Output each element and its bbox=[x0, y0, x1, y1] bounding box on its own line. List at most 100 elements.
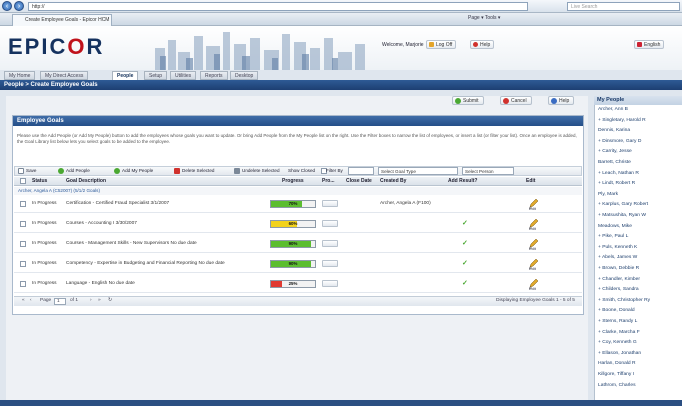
edit-label[interactable]: Edit bbox=[529, 206, 536, 211]
progress-percent: 70% bbox=[288, 201, 298, 206]
tab-my-direct-access[interactable]: My Direct Access bbox=[40, 71, 89, 80]
people-tree-item[interactable]: + Brown, Debbie R bbox=[598, 265, 639, 272]
tab-setup[interactable]: Setup bbox=[144, 71, 168, 80]
next-page-button[interactable]: › bbox=[90, 297, 92, 305]
tab-utilities[interactable]: Utilities bbox=[170, 71, 197, 80]
add-result-check-icon[interactable]: ✓ bbox=[462, 259, 468, 267]
refresh-icon[interactable]: ↻ bbox=[108, 297, 112, 305]
table-row[interactable]: In Progress Courses - Accounting I 3/30/… bbox=[14, 216, 582, 233]
page-number-input[interactable]: 1 bbox=[54, 298, 66, 305]
browser-tab[interactable]: Create Employee Goals - Epicor HCM bbox=[12, 14, 112, 26]
table-row[interactable]: In Progress Certification - Certified Fr… bbox=[14, 196, 582, 213]
progress-update-button[interactable] bbox=[322, 240, 338, 247]
undelete-selected-button[interactable]: Undelete Selected bbox=[234, 167, 280, 175]
people-tree-item[interactable]: + Puls, Kenneth K bbox=[598, 244, 637, 251]
people-tree-item[interactable]: + Clarke, Marcha F bbox=[598, 329, 640, 336]
progress-update-button[interactable] bbox=[322, 220, 338, 227]
people-tree-item[interactable]: + Matsushita, Ryan W bbox=[598, 212, 646, 219]
last-page-button[interactable]: » bbox=[98, 297, 101, 305]
progress-update-button[interactable] bbox=[322, 200, 338, 207]
edit-label[interactable]: Edit bbox=[529, 266, 536, 271]
people-tree-item[interactable]: + Leach, Nathan R bbox=[598, 170, 639, 177]
people-tree-item[interactable]: + Childers, Sandra bbox=[598, 286, 639, 293]
progress-percent: 60% bbox=[288, 221, 298, 226]
first-page-button[interactable]: « bbox=[22, 297, 25, 305]
filter-by-select[interactable] bbox=[348, 167, 374, 175]
column-created-by[interactable]: Created By bbox=[380, 178, 406, 185]
edit-label[interactable]: Edit bbox=[529, 286, 536, 291]
row-goal-description: Certification - Certified Fraud Speciali… bbox=[66, 201, 170, 206]
people-tree-item[interactable]: Dennis, Karina bbox=[598, 127, 630, 134]
progress-update-button[interactable] bbox=[322, 260, 338, 267]
people-tree-item[interactable]: Lathrom, Charles bbox=[598, 382, 636, 389]
submit-button[interactable]: Submit bbox=[452, 96, 484, 105]
people-tree-item[interactable]: + Singletary, Harold R bbox=[598, 117, 646, 124]
column-status[interactable]: Status bbox=[32, 178, 47, 185]
tab-desktop[interactable]: Desktop bbox=[230, 71, 259, 80]
people-tree-item[interactable]: Meadows, Mike bbox=[598, 223, 632, 230]
people-tree-item[interactable]: Ply, Mark bbox=[598, 191, 618, 198]
language-select[interactable]: English bbox=[634, 40, 665, 49]
edit-label[interactable]: Edit bbox=[529, 246, 536, 251]
logoff-button[interactable]: Log Off bbox=[426, 40, 457, 49]
edit-label[interactable]: Edit bbox=[529, 226, 536, 231]
browser-search-input[interactable]: Live Search bbox=[567, 2, 680, 11]
breadcrumb: People > Create Employee Goals bbox=[0, 80, 682, 90]
people-tree-item[interactable]: + Chandler, Kimber bbox=[598, 276, 640, 283]
add-my-people-button[interactable]: Add My People bbox=[114, 167, 153, 175]
people-tree-item[interactable]: + Ellason, Jonathan bbox=[598, 350, 641, 357]
cancel-button[interactable]: Cancel bbox=[500, 96, 532, 105]
column-pro[interactable]: Pro... bbox=[322, 178, 335, 185]
page-help-button[interactable]: Help bbox=[548, 96, 575, 105]
save-button[interactable]: Save bbox=[18, 167, 36, 175]
row-checkbox[interactable] bbox=[20, 221, 26, 227]
column-close-date[interactable]: Close Date bbox=[346, 178, 372, 185]
submit-icon bbox=[455, 98, 461, 104]
delete-selected-button[interactable]: Delete Selected bbox=[174, 167, 214, 175]
table-row[interactable]: In Progress Courses - Management Skills … bbox=[14, 236, 582, 253]
table-row[interactable]: In Progress Language - English No due da… bbox=[14, 276, 582, 293]
sidebar-title: My People bbox=[594, 96, 682, 105]
table-row[interactable]: In Progress Competency - Expertise in Bu… bbox=[14, 256, 582, 273]
add-result-check-icon[interactable]: ✓ bbox=[462, 279, 468, 287]
people-tree-item[interactable]: + Boone, Donald bbox=[598, 307, 635, 314]
people-tree-item[interactable]: Killgore, Tiffany I bbox=[598, 371, 634, 378]
forward-arrow-icon[interactable]: › bbox=[14, 1, 24, 11]
url-input[interactable]: http:// bbox=[28, 2, 528, 11]
people-tree-item[interactable]: Harlan, Donald R bbox=[598, 360, 636, 367]
add-result-check-icon[interactable]: ✓ bbox=[462, 239, 468, 247]
column-goal-description[interactable]: Goal Description bbox=[66, 178, 106, 185]
prev-page-button[interactable]: ‹ bbox=[30, 297, 32, 305]
row-checkbox[interactable] bbox=[20, 241, 26, 247]
browser-toolbar-menus[interactable]: Page ▾ Tools ▾ bbox=[468, 15, 500, 21]
tab-reports[interactable]: Reports bbox=[200, 71, 228, 80]
select-all-checkbox[interactable] bbox=[20, 178, 26, 184]
people-tree-item[interactable]: + Karplus, Gary Robert bbox=[598, 201, 648, 208]
back-arrow-icon[interactable]: ‹ bbox=[2, 1, 12, 11]
column-add-result[interactable]: Add Result? bbox=[448, 178, 477, 185]
row-checkbox[interactable] bbox=[20, 281, 26, 287]
people-tree-item[interactable]: + Coy, Kenneth G bbox=[598, 339, 637, 346]
progress-update-button[interactable] bbox=[322, 280, 338, 287]
group-header-row[interactable]: Archer, Angela A (C52007) (5/1/2 Goals) bbox=[14, 187, 582, 195]
goal-type-select[interactable]: Select Goal Type bbox=[378, 167, 458, 175]
people-tree-item[interactable]: Archer, Ann B bbox=[598, 106, 628, 113]
people-tree-item[interactable]: + Carrity, Jesse bbox=[598, 148, 632, 155]
row-checkbox[interactable] bbox=[20, 261, 26, 267]
select-person-select[interactable]: Select Person bbox=[462, 167, 514, 175]
people-tree-item[interactable]: + Sterns, Randy L bbox=[598, 318, 637, 325]
progress-bar: 90% bbox=[270, 240, 316, 248]
column-edit[interactable]: Edit bbox=[526, 178, 535, 185]
column-progress[interactable]: Progress bbox=[282, 178, 304, 185]
people-tree-item[interactable]: + Lindt, Robert R bbox=[598, 180, 635, 187]
people-tree-item[interactable]: Barrett, Christe bbox=[598, 159, 631, 166]
add-people-button[interactable]: Add People bbox=[58, 167, 90, 175]
people-tree-item[interactable]: + Smith, Christopher Ry bbox=[598, 297, 650, 304]
tab-my-home[interactable]: My Home bbox=[4, 71, 36, 80]
people-tree-item[interactable]: + Pike, Paul L bbox=[598, 233, 628, 240]
people-tree-item[interactable]: + Dinsmore, Gary D bbox=[598, 138, 641, 145]
people-tree-item[interactable]: + Abels, James W bbox=[598, 254, 637, 261]
add-result-check-icon[interactable]: ✓ bbox=[462, 219, 468, 227]
help-button[interactable]: Help bbox=[470, 40, 495, 49]
row-checkbox[interactable] bbox=[20, 201, 26, 207]
